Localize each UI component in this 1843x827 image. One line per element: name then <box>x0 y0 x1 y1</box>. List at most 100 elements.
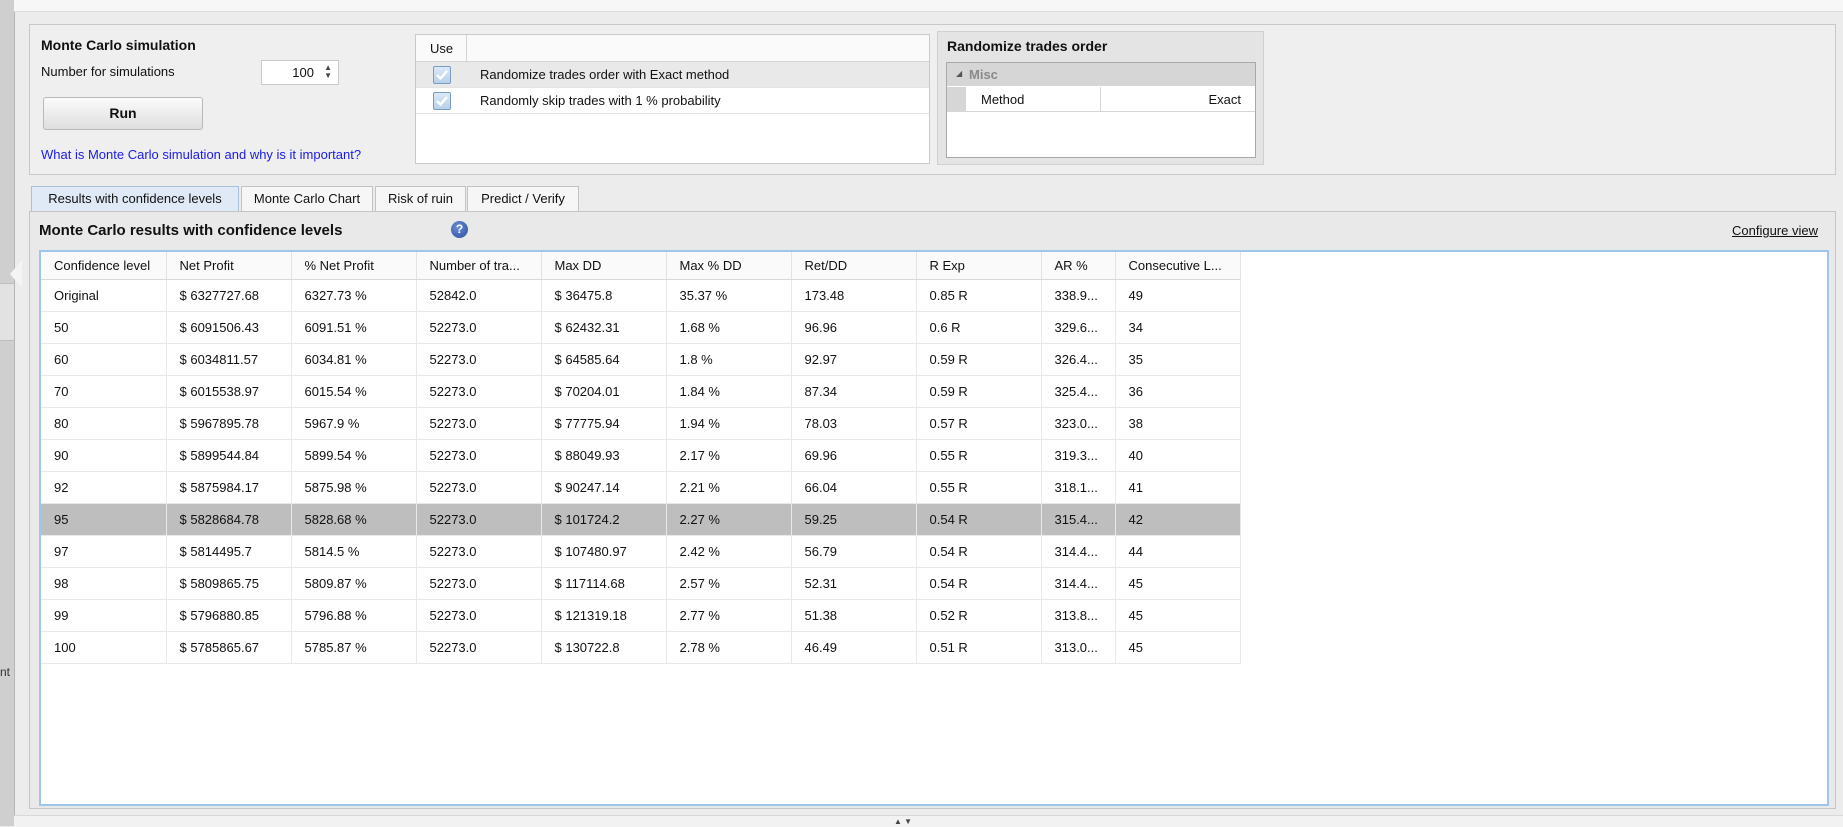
column-header[interactable]: Number of tra... <box>416 252 542 280</box>
column-header[interactable]: Consecutive L... <box>1115 252 1241 280</box>
table-row[interactable]: 98 $ 5809865.75 5809.87 % 52273.0 $ 117114.6… <box>41 567 1241 600</box>
table-cell: 5828.68 % <box>291 503 417 536</box>
table-cell: 6034.81 % <box>291 343 417 376</box>
options-header: Use <box>416 35 929 62</box>
table-cell: 52273.0 <box>416 631 542 664</box>
table-cell: $ 70204.01 <box>541 375 667 408</box>
results-table-container: Confidence level Net Profit% Net Profit Nu… <box>39 250 1829 806</box>
property-category-misc[interactable]: ◢ Misc <box>947 63 1255 86</box>
simulations-count-label: Number for simulations <box>41 64 175 79</box>
table-cell: 5967.9 % <box>291 407 417 440</box>
table-row[interactable]: 70 $ 6015538.97 6015.54 % 52273.0 $ 70204.01… <box>41 375 1241 408</box>
table-cell: $ 5809865.75 <box>166 567 292 600</box>
table-row[interactable]: Original $ 6327727.68 6327.73 % 52842.0 $ 36… <box>41 279 1241 312</box>
options-list: Use Randomize trades order with Exact me… <box>415 34 930 164</box>
table-cell: 49 <box>1115 279 1241 312</box>
header-divider <box>466 35 467 61</box>
table-row[interactable]: 80 $ 5967895.78 5967.9 % 52273.0 $ 77775.94 1… <box>41 407 1241 440</box>
table-row[interactable]: 92 $ 5875984.17 5875.98 % 52273.0 $ 90247.14… <box>41 471 1241 504</box>
table-cell: 45 <box>1115 599 1241 632</box>
table-cell: $ 5828684.78 <box>166 503 292 536</box>
table-cell: 51.38 <box>791 599 917 632</box>
table-cell: 6327.73 % <box>291 279 417 312</box>
column-header[interactable]: Ret/DD <box>791 252 917 280</box>
tab-monte-carlo-chart[interactable]: Monte Carlo Chart <box>241 186 373 211</box>
tab-results-confidence[interactable]: Results with confidence levels <box>31 186 239 211</box>
table-cell: 56.79 <box>791 535 917 568</box>
table-cell: 42 <box>1115 503 1241 536</box>
simulations-count-value: 100 <box>292 65 314 80</box>
table-cell: 5899.54 % <box>291 439 417 472</box>
table-cell: $ 121319.18 <box>541 599 667 632</box>
table-cell: 2.57 % <box>666 567 792 600</box>
checkbox-randomize[interactable] <box>433 66 451 84</box>
column-header[interactable]: Net Profit <box>166 252 292 280</box>
table-cell: 2.17 % <box>666 439 792 472</box>
table-cell: 1.8 % <box>666 343 792 376</box>
table-cell: $ 62432.31 <box>541 311 667 344</box>
property-value[interactable]: Exact <box>1208 92 1241 107</box>
table-cell: 319.3... <box>1041 439 1116 472</box>
table-cell: 329.6... <box>1041 311 1116 344</box>
column-header[interactable]: Max % DD <box>666 252 792 280</box>
table-cell: 0.51 R <box>916 631 1042 664</box>
table-cell: $ 5796880.85 <box>166 599 292 632</box>
table-cell: $ 5875984.17 <box>166 471 292 504</box>
property-gutter <box>947 87 966 111</box>
checkbox-skip[interactable] <box>433 92 451 110</box>
bottom-splitter[interactable]: ▲ ▼ <box>14 815 1843 827</box>
splitter-grip-icon[interactable]: ▲ ▼ <box>894 817 912 826</box>
table-cell: 36 <box>1115 375 1241 408</box>
help-icon[interactable]: ? <box>451 221 468 238</box>
option-row-randomize[interactable]: Randomize trades order with Exact method <box>416 62 929 88</box>
table-cell: 66.04 <box>791 471 917 504</box>
table-cell: 5785.87 % <box>291 631 417 664</box>
table-cell: 2.42 % <box>666 535 792 568</box>
option-row-skip[interactable]: Randomly skip trades with 1 % probabilit… <box>416 88 929 114</box>
table-row[interactable]: 95 $ 5828684.78 5828.68 % 52273.0 $ 101724.2… <box>41 503 1241 536</box>
column-header[interactable]: Max DD <box>541 252 667 280</box>
dock-tab-handle[interactable] <box>0 283 14 341</box>
table-row[interactable]: 100 $ 5785865.67 5785.87 % 52273.0 $ 130722.… <box>41 631 1241 664</box>
monte-carlo-help-link[interactable]: What is Monte Carlo simulation and why i… <box>41 147 361 162</box>
collapse-triangle-icon[interactable]: ◢ <box>956 69 962 78</box>
table-row[interactable]: 60 $ 6034811.57 6034.81 % 52273.0 $ 64585.64… <box>41 343 1241 376</box>
table-cell: 38 <box>1115 407 1241 440</box>
table-cell: $ 5899544.84 <box>166 439 292 472</box>
checkmark-icon <box>436 96 448 107</box>
use-column-header: Use <box>430 41 454 56</box>
table-cell: Original <box>41 279 167 312</box>
table-cell: 314.4... <box>1041 567 1116 600</box>
table-cell: 78.03 <box>791 407 917 440</box>
configure-view-link[interactable]: Configure view <box>1732 223 1818 238</box>
table-cell: 52273.0 <box>416 439 542 472</box>
simulations-count-spinner[interactable]: 100 ▲ ▼ <box>261 60 339 85</box>
tab-risk-of-ruin[interactable]: Risk of ruin <box>375 186 466 211</box>
table-cell: 0.52 R <box>916 599 1042 632</box>
table-cell: 313.8... <box>1041 599 1116 632</box>
table-cell: 92.97 <box>791 343 917 376</box>
column-header[interactable]: AR % <box>1041 252 1116 280</box>
dock-pointer-icon <box>10 260 22 288</box>
table-cell: 92 <box>41 471 167 504</box>
run-button[interactable]: Run <box>43 97 203 130</box>
table-cell: $ 6034811.57 <box>166 343 292 376</box>
table-cell: 5796.88 % <box>291 599 417 632</box>
table-row[interactable]: 99 $ 5796880.85 5796.88 % 52273.0 $ 121319.1… <box>41 599 1241 632</box>
table-row[interactable]: 97 $ 5814495.7 5814.5 % 52273.0 $ 107480.97 2… <box>41 535 1241 568</box>
table-cell: $ 101724.2 <box>541 503 667 536</box>
table-row[interactable]: 50 $ 6091506.43 6091.51 % 52273.0 $ 62432.31… <box>41 311 1241 344</box>
column-header[interactable]: % Net Profit <box>291 252 417 280</box>
table-row[interactable]: 90 $ 5899544.84 5899.54 % 52273.0 $ 88049.93… <box>41 439 1241 472</box>
tab-predict-verify[interactable]: Predict / Verify <box>467 186 579 211</box>
table-cell: 52273.0 <box>416 503 542 536</box>
table-cell: 40 <box>1115 439 1241 472</box>
table-cell: $ 117114.68 <box>541 567 667 600</box>
spinner-arrows-icon[interactable]: ▲ ▼ <box>324 64 332 80</box>
table-cell: 315.4... <box>1041 503 1116 536</box>
property-row-method[interactable]: Method Exact <box>947 87 1255 112</box>
column-header[interactable]: R Exp <box>916 252 1042 280</box>
column-header[interactable]: Confidence level <box>41 252 167 280</box>
table-cell: 52273.0 <box>416 535 542 568</box>
property-divider <box>1100 87 1101 111</box>
